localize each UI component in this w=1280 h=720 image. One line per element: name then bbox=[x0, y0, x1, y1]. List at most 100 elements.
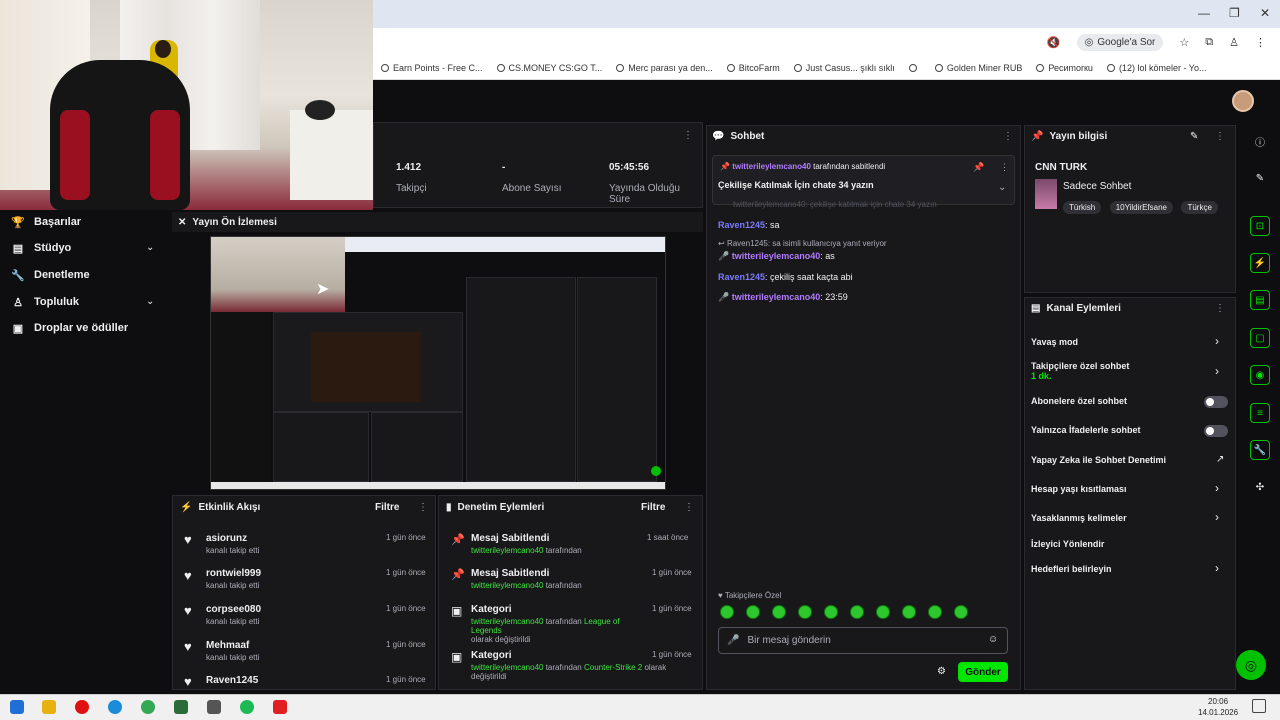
external-link-icon[interactable]: ↗ bbox=[1216, 454, 1224, 465]
apps-icon[interactable]: ✣ bbox=[1250, 477, 1270, 497]
star-icon[interactable]: ☆ bbox=[1179, 36, 1189, 49]
action-sub-chat[interactable]: Abonelere özel sohbet bbox=[1031, 396, 1127, 406]
kebab-icon[interactable]: ⋮ bbox=[1000, 162, 1009, 173]
action-blocked-terms[interactable]: Yasaklanmış kelimeler bbox=[1031, 513, 1127, 523]
chevron-right-icon[interactable]: › bbox=[1215, 510, 1219, 524]
opera-icon[interactable] bbox=[75, 700, 89, 714]
bookmark[interactable]: Just Casus... şıklı sıklı bbox=[793, 63, 895, 73]
chevron-right-icon[interactable]: › bbox=[1215, 561, 1219, 575]
avatar[interactable] bbox=[1232, 90, 1254, 112]
filter-button[interactable]: Filtre bbox=[375, 502, 399, 513]
chat-icon[interactable]: ▢ bbox=[1250, 328, 1270, 348]
action-slow-mode[interactable]: Yavaş mod bbox=[1031, 337, 1078, 347]
action-goals[interactable]: Hedefleri belirleyin bbox=[1031, 564, 1112, 574]
profile-icon[interactable]: ♙ bbox=[1229, 36, 1239, 49]
notification-icon[interactable] bbox=[1252, 699, 1266, 713]
emote-icon[interactable] bbox=[954, 605, 968, 619]
chat-input[interactable]: 🎤 Bir mesaj gönderin bbox=[718, 627, 1008, 654]
close-icon[interactable]: ✕ bbox=[178, 217, 186, 228]
send-button[interactable]: Gönder bbox=[958, 662, 1008, 682]
nav-item-studio[interactable]: ▤ Stüdyo bbox=[12, 242, 71, 255]
emote-icon[interactable] bbox=[824, 605, 838, 619]
reply-indicator: ↩ Raven1245: sa isimli kullanıcıya yanıt… bbox=[718, 239, 887, 248]
tag[interactable]: Türkish bbox=[1063, 201, 1102, 214]
nav-item-community[interactable]: ♙ Topluluk bbox=[12, 296, 79, 309]
bookmark[interactable]: BitcoFarm bbox=[726, 63, 780, 73]
kebab-icon[interactable]: ⋮ bbox=[418, 502, 428, 513]
action-emote-chat[interactable]: Yalnızca İfadelerle sohbet bbox=[1031, 425, 1141, 435]
nav-item-moderation[interactable]: 🔧 Denetleme bbox=[11, 269, 89, 282]
chevron-right-icon[interactable]: › bbox=[1215, 481, 1219, 495]
action-raid[interactable]: İzleyici Yönlendir bbox=[1031, 539, 1104, 549]
bookmark[interactable]: CS.MONEY CS:GO T... bbox=[496, 63, 602, 73]
emote-icon[interactable] bbox=[720, 605, 734, 619]
emote-icon[interactable] bbox=[876, 605, 890, 619]
list-item: corpsee080 kanalı takip etti bbox=[206, 604, 262, 626]
chrome-icon[interactable] bbox=[141, 700, 155, 714]
action-account-age[interactable]: Hesap yaşı kısıtlaması bbox=[1031, 484, 1127, 494]
emote-chat-toggle[interactable] bbox=[1204, 425, 1228, 437]
chevron-down-icon[interactable]: ⌄ bbox=[146, 242, 154, 253]
emote-icon[interactable] bbox=[850, 605, 864, 619]
emote-icon[interactable] bbox=[772, 605, 786, 619]
stream-preview[interactable]: ➤ bbox=[210, 236, 666, 490]
emote-icon[interactable] bbox=[902, 605, 916, 619]
chevron-down-icon[interactable]: ⌄ bbox=[146, 296, 154, 307]
clock: 20:06 14.01.2026 bbox=[1198, 697, 1239, 717]
emote-icon[interactable] bbox=[928, 605, 942, 619]
spotify-icon[interactable] bbox=[240, 700, 254, 714]
edge-icon[interactable] bbox=[108, 700, 122, 714]
edit-icon[interactable]: ✎ bbox=[1190, 131, 1198, 142]
nav-item-achievements[interactable]: 🏆 Başarılar bbox=[11, 216, 81, 229]
google-sor-button[interactable]: ◎ Google'a Sor bbox=[1076, 33, 1164, 51]
bookmark[interactable]: Earn Points - Free C... bbox=[381, 63, 483, 73]
action-ai-moderation[interactable]: Yapay Zeka ile Sohbet Denetimi bbox=[1031, 455, 1166, 465]
kebab-icon[interactable]: ⋮ bbox=[684, 502, 694, 513]
clipboard-icon[interactable]: ▤ bbox=[1250, 290, 1270, 310]
kebab-icon[interactable]: ⋮ bbox=[1215, 131, 1225, 142]
bookmark[interactable]: (12) lol kömeler - Yo... bbox=[1106, 63, 1206, 73]
emote-icon[interactable] bbox=[798, 605, 812, 619]
app-icon[interactable] bbox=[174, 700, 188, 714]
broadcast-icon[interactable]: ◉ bbox=[1250, 365, 1270, 385]
wrench-icon[interactable]: 🔧 bbox=[1250, 440, 1270, 460]
kebab-icon[interactable]: ⋮ bbox=[683, 130, 693, 141]
gear-icon[interactable]: ⚙ bbox=[937, 666, 946, 677]
bolt-icon[interactable]: ⚡ bbox=[1250, 253, 1270, 273]
emote-icon[interactable] bbox=[746, 605, 760, 619]
settings-icon[interactable] bbox=[207, 700, 221, 714]
bookmark[interactable] bbox=[908, 63, 921, 72]
list-icon[interactable]: ≡ bbox=[1250, 403, 1270, 423]
bookmark[interactable]: Ресиmоrкu bbox=[1036, 63, 1093, 73]
info-icon[interactable]: ⓘ bbox=[1250, 131, 1270, 151]
explorer-icon[interactable] bbox=[42, 700, 56, 714]
edit-icon[interactable]: ✎ bbox=[1250, 168, 1270, 188]
chevron-right-icon[interactable]: › bbox=[1215, 364, 1219, 378]
restore-icon[interactable]: ❐ bbox=[1229, 6, 1240, 20]
bookmark[interactable]: Golden Miner RUB bbox=[934, 63, 1022, 73]
kebab-icon[interactable]: ⋮ bbox=[1215, 303, 1225, 314]
bookmark[interactable]: Merc parası ya den... bbox=[616, 63, 713, 73]
filter-button[interactable]: Filtre bbox=[641, 502, 665, 513]
start-icon[interactable] bbox=[10, 700, 24, 714]
extensions-icon[interactable]: ⧉ bbox=[1205, 36, 1213, 49]
tag[interactable]: Türkçe bbox=[1181, 201, 1218, 214]
close-icon[interactable]: ✕ bbox=[1260, 6, 1270, 20]
chevron-right-icon[interactable]: › bbox=[1215, 334, 1219, 348]
mute-icon[interactable]: 🔇 bbox=[1047, 36, 1061, 49]
sub-chat-toggle[interactable] bbox=[1204, 396, 1228, 408]
minimize-icon[interactable]: — bbox=[1198, 6, 1210, 20]
list-item: Mesaj Sabitlendi twitterileylemcano40 tar… bbox=[471, 533, 582, 555]
tag[interactable]: 10YildirEfsane bbox=[1109, 201, 1173, 214]
action-follower-chat[interactable]: Takipçilere özel sohbet 1 dk. bbox=[1031, 361, 1129, 381]
chevron-down-icon[interactable]: ⌄ bbox=[998, 182, 1006, 193]
address-bar[interactable]: 🔇 ◎ Google'a Sor ☆ ⧉ ♙ ⋮ bbox=[373, 28, 1280, 56]
help-icon[interactable]: ◎ bbox=[1236, 650, 1266, 680]
recorder-icon[interactable] bbox=[273, 700, 287, 714]
pin-icon[interactable]: 📌 bbox=[973, 162, 984, 173]
focus-icon[interactable]: ⊡ bbox=[1250, 216, 1270, 236]
emoji-icon[interactable]: ☺ bbox=[988, 634, 998, 645]
kebab-icon[interactable]: ⋮ bbox=[1003, 131, 1013, 142]
nav-item-drops[interactable]: ▣ Droplar ve ödüller bbox=[12, 322, 128, 335]
menu-icon[interactable]: ⋮ bbox=[1255, 36, 1266, 49]
